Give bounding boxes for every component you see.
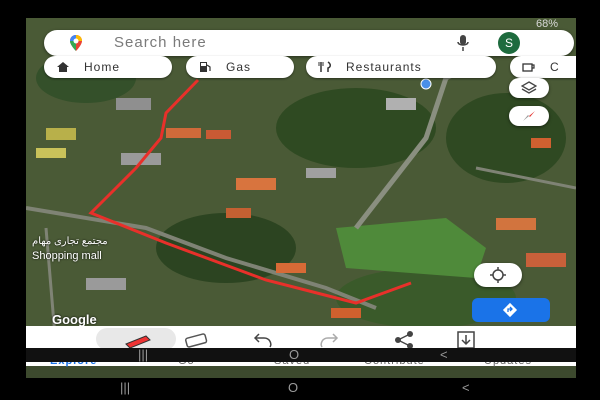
poi-label[interactable]: Shopping mall — [32, 250, 102, 262]
save-icon[interactable] — [446, 330, 486, 350]
redo-icon[interactable] — [308, 330, 348, 350]
search-input[interactable]: Search here — [114, 34, 207, 51]
phone-screen: 68% Search here S Home Gas Restaurants C… — [26, 18, 576, 380]
poi-label-local[interactable]: مجتمع تجاری مهام — [32, 236, 108, 247]
system-nav-overlay: ||| O < — [26, 347, 576, 362]
home-icon — [57, 62, 69, 72]
chip-label: Gas — [226, 60, 252, 74]
microphone-icon[interactable] — [457, 34, 469, 52]
home-button[interactable]: O — [289, 347, 299, 362]
chip-label: Restaurants — [346, 60, 422, 74]
maps-logo-icon — [70, 35, 82, 51]
directions-icon — [502, 302, 518, 318]
account-avatar[interactable]: S — [498, 32, 520, 54]
google-watermark: Google — [52, 312, 97, 327]
eraser-icon[interactable] — [176, 330, 216, 350]
chip-gas[interactable]: Gas — [186, 56, 294, 78]
compass-icon — [523, 111, 535, 121]
back-button[interactable]: < — [440, 347, 448, 362]
my-location-button[interactable] — [474, 263, 522, 287]
restaurant-icon — [318, 61, 331, 72]
gas-icon — [200, 62, 211, 72]
coffee-icon — [522, 63, 535, 72]
recents-button[interactable]: ||| — [120, 380, 130, 395]
undo-icon[interactable] — [244, 330, 284, 350]
chip-label: C — [550, 60, 560, 74]
chip-restaurants[interactable]: Restaurants — [306, 56, 496, 78]
home-button[interactable]: O — [288, 380, 298, 395]
share-icon[interactable] — [384, 330, 424, 350]
category-chips: Home Gas Restaurants C — [44, 56, 576, 80]
chip-coffee[interactable]: C — [510, 56, 576, 78]
layers-icon — [521, 81, 537, 94]
compass-button[interactable] — [509, 106, 549, 126]
search-bar[interactable]: Search here S — [44, 30, 574, 56]
back-button[interactable]: < — [462, 380, 470, 395]
recents-button[interactable]: ||| — [138, 347, 148, 362]
directions-button[interactable] — [472, 298, 550, 322]
my-location-icon — [490, 267, 506, 283]
layers-button[interactable] — [509, 78, 549, 98]
system-nav-bar: ||| O < — [0, 378, 600, 400]
chip-home[interactable]: Home — [44, 56, 172, 78]
chip-label: Home — [84, 60, 121, 74]
battery-text: 68% — [535, 18, 558, 30]
